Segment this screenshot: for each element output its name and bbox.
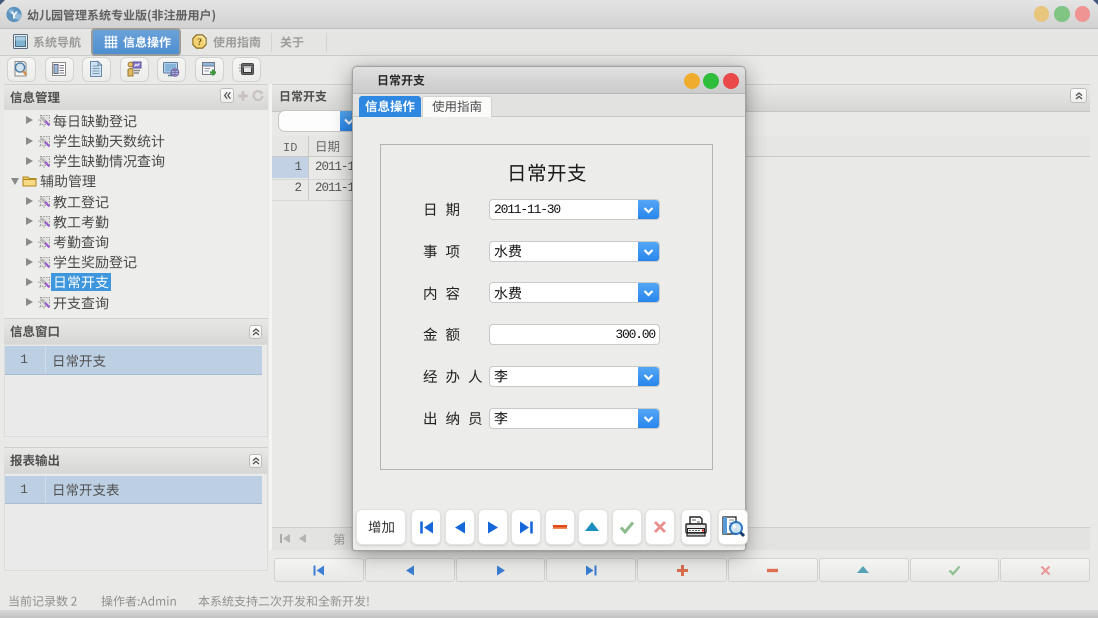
svg-text:?: ? (197, 37, 202, 48)
